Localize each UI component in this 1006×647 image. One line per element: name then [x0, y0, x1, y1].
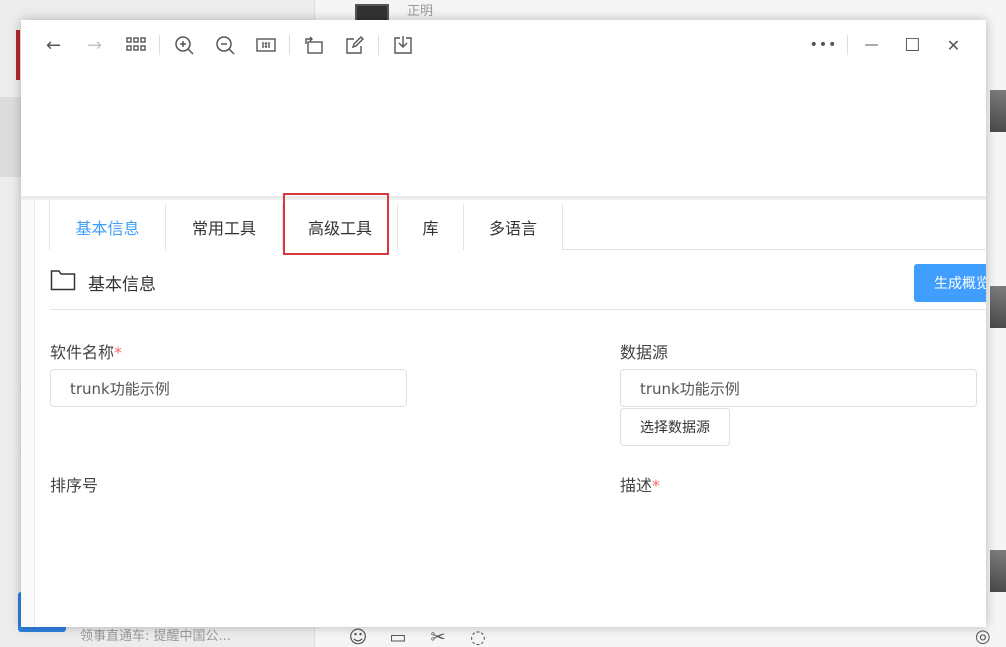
datasource-input[interactable]: trunk功能示例 — [620, 369, 977, 407]
edit-icon[interactable] — [334, 20, 375, 70]
tab-common-tools[interactable]: 常用工具 — [166, 204, 283, 250]
tab-library[interactable]: 库 — [398, 204, 464, 250]
page-left-panel — [21, 200, 35, 627]
viewer-toolbar: ← → ••• — ☐ ✕ — [21, 20, 986, 70]
sort-number-label: 排序号 — [50, 476, 99, 495]
description-label: 描述* — [620, 476, 661, 495]
more-options-icon[interactable]: ••• — [803, 20, 844, 70]
contact-name: 正明 — [407, 4, 434, 19]
toolbar-divider — [289, 35, 290, 55]
maximize-icon[interactable]: ☐ — [892, 20, 933, 70]
chat-item-thumbnail — [16, 30, 20, 80]
rotate-icon[interactable] — [293, 20, 334, 70]
smile-icon[interactable]: ☺ — [347, 627, 369, 647]
forward-arrow-icon[interactable]: → — [74, 20, 115, 70]
chat-bubble-icon[interactable]: ◌ — [467, 627, 489, 647]
minimize-icon[interactable]: — — [851, 20, 892, 70]
folder-icon — [50, 270, 76, 291]
grid-icon[interactable] — [115, 20, 156, 70]
folder-icon[interactable]: ▭ — [387, 627, 409, 647]
toolbar-divider — [847, 35, 848, 55]
datasource-label: 数据源 — [620, 343, 669, 362]
zoom-out-icon[interactable] — [204, 20, 245, 70]
scissors-icon[interactable]: ✂ — [427, 627, 449, 647]
software-name-input[interactable]: trunk功能示例 — [50, 369, 407, 407]
toolbar-divider — [159, 35, 160, 55]
zoom-in-icon[interactable] — [163, 20, 204, 70]
image-viewer-window: ← → ••• — ☐ ✕ 基本信息 常用工具 高级工具 库 多语言 基本信息 … — [21, 20, 986, 627]
image-thumbnail[interactable] — [990, 90, 1006, 132]
generate-overview-button[interactable]: 生成概览 — [914, 264, 986, 302]
tab-multilanguage[interactable]: 多语言 — [464, 204, 563, 250]
back-arrow-icon[interactable]: ← — [33, 20, 74, 70]
image-thumbnail[interactable] — [990, 550, 1006, 592]
select-datasource-button[interactable]: 选择数据源 — [620, 408, 730, 446]
close-icon[interactable]: ✕ — [933, 20, 974, 70]
highlight-box — [283, 193, 389, 255]
section-header: 基本信息 生成概览 — [50, 250, 986, 310]
chat-input-toolbar: ☺ ▭ ✂ ◌ — [347, 626, 489, 647]
actual-size-icon[interactable] — [245, 20, 286, 70]
section-title: 基本信息 — [88, 275, 156, 295]
required-mark: * — [114, 343, 123, 362]
download-icon[interactable] — [382, 20, 423, 70]
image-thumbnail[interactable] — [990, 286, 1006, 328]
notice-preview-text: 领事直通车: 提醒中国公... — [80, 629, 231, 644]
software-name-label: 软件名称* — [50, 343, 123, 362]
viewer-canvas[interactable]: 基本信息 常用工具 高级工具 库 多语言 基本信息 生成概览 软件名称* tru… — [21, 70, 986, 627]
tab-basic-info[interactable]: 基本信息 — [50, 204, 166, 250]
required-mark: * — [652, 476, 661, 495]
toolbar-divider — [378, 35, 379, 55]
screenshot-page: 基本信息 常用工具 高级工具 库 多语言 基本信息 生成概览 软件名称* tru… — [21, 193, 986, 627]
target-icon[interactable]: ◎ — [975, 626, 991, 647]
tab-bar: 基本信息 常用工具 高级工具 库 多语言 — [50, 204, 986, 250]
